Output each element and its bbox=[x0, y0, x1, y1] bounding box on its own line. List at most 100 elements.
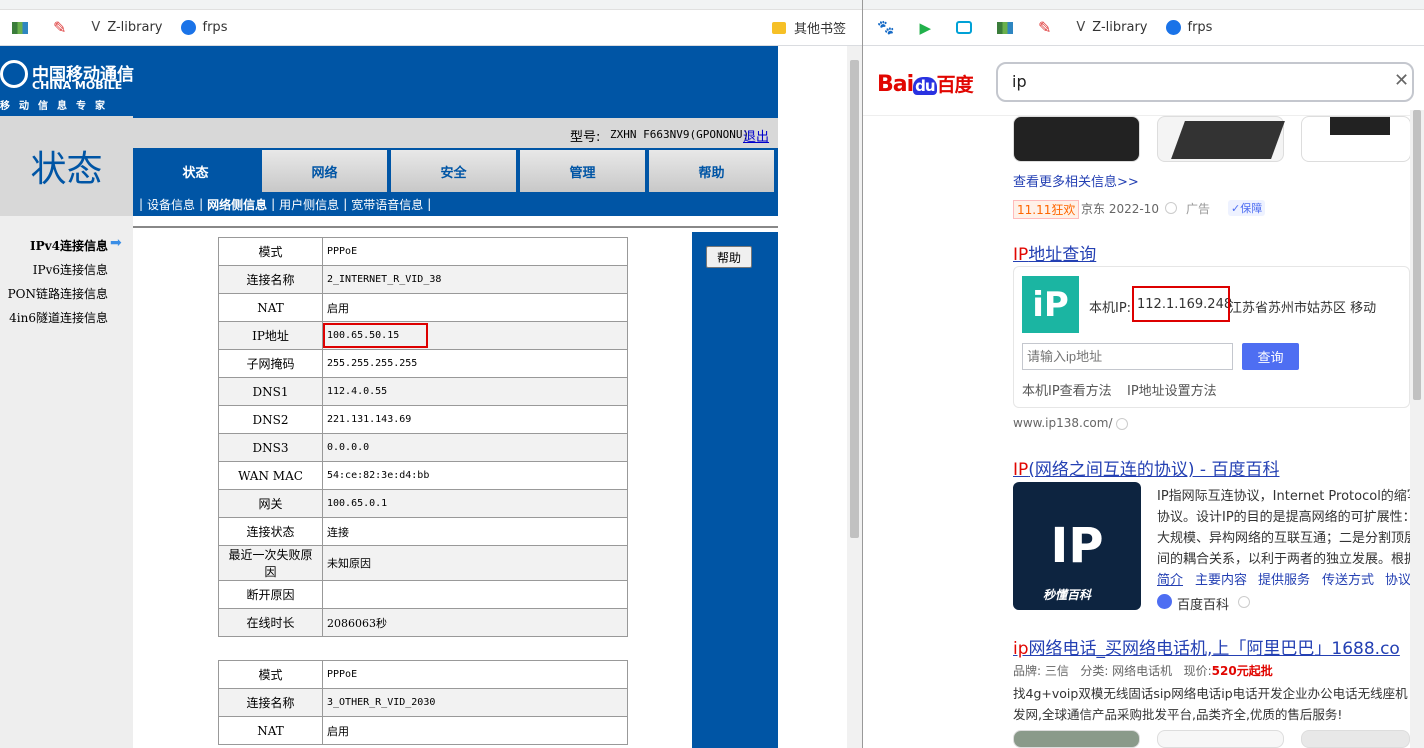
ip-logo-icon: iP bbox=[1022, 276, 1079, 333]
field-value: 启用 bbox=[322, 716, 628, 745]
product-image[interactable] bbox=[1301, 730, 1410, 748]
bookmark-frps[interactable]: frps bbox=[180, 20, 228, 35]
ad-image[interactable] bbox=[1157, 116, 1285, 162]
ip-check-method-link[interactable]: 本机IP查看方法 bbox=[1022, 380, 1112, 399]
z-library-icon: V bbox=[1076, 20, 1086, 35]
table-row: DNS3 0.0.0.0 bbox=[218, 433, 628, 462]
field-label: DNS3 bbox=[218, 433, 323, 462]
field-value bbox=[322, 580, 628, 609]
field-value: 100.65.0.1 bbox=[322, 489, 628, 518]
info-icon[interactable] bbox=[1238, 596, 1250, 608]
side-item-4in6[interactable]: 4in6隧道连接信息 bbox=[0, 309, 108, 326]
field-label: NAT bbox=[218, 716, 323, 745]
result-title-baike[interactable]: IP(网络之间互连的协议) - 百度百科 bbox=[1013, 455, 1279, 480]
field-value: 0.0.0.0 bbox=[322, 433, 628, 462]
ad-image[interactable] bbox=[1013, 116, 1140, 162]
bookmark-frps[interactable]: frps bbox=[1165, 20, 1213, 35]
field-label: DNS2 bbox=[218, 405, 323, 434]
side-item-ipv6[interactable]: IPv6连接信息 bbox=[0, 261, 108, 278]
frps-icon bbox=[180, 20, 196, 35]
search-box[interactable] bbox=[996, 62, 1414, 102]
section-title: 状态 bbox=[30, 149, 103, 190]
bookmark-map[interactable] bbox=[12, 21, 35, 34]
table-row: 在线时长 2086063秒 bbox=[218, 608, 628, 637]
table-row: 网关 100.65.0.1 bbox=[218, 489, 628, 518]
subnav-user-info[interactable]: 用户侧信息 bbox=[279, 196, 339, 213]
result-title-1688[interactable]: ip网络电话_买网络电话机,上「阿里巴巴」1688.co bbox=[1013, 634, 1400, 659]
result-title-ip-lookup[interactable]: IP地址查询 bbox=[1013, 240, 1096, 265]
baike-link-protocol[interactable]: 协议 bbox=[1385, 569, 1411, 588]
baike-icon bbox=[1157, 594, 1172, 609]
subnav-network-info[interactable]: 网络侧信息 bbox=[207, 196, 267, 213]
subnav-voice-info[interactable]: 宽带语音信息 bbox=[351, 196, 423, 213]
tab-network[interactable]: 网络 bbox=[262, 150, 391, 192]
baike-line: 大规模、异构网络的互联互通；二是分割顶层 bbox=[1157, 531, 1418, 546]
bookmark-feather[interactable]: ✎ bbox=[53, 18, 73, 37]
bookmark-feather[interactable]: ✎ bbox=[1038, 18, 1058, 37]
field-value: 2_INTERNET_R_VID_38 bbox=[322, 265, 628, 294]
other-bookmarks[interactable]: 其他书签 bbox=[772, 18, 846, 37]
bookmark-baidu[interactable]: 🐾 bbox=[877, 20, 901, 36]
logo-cn: 百度 bbox=[936, 74, 974, 96]
brand-slogan: 移动信息专家 bbox=[0, 101, 114, 112]
table-row: WAN MAC 54:ce:82:3e:d4:bb bbox=[218, 461, 628, 490]
tab-status[interactable]: 状态 bbox=[133, 150, 262, 192]
ip-query-input[interactable] bbox=[1022, 343, 1233, 370]
side-item-pon[interactable]: PON链路连接信息 bbox=[0, 285, 108, 302]
table-row: NAT 启用 bbox=[218, 716, 628, 745]
product-image[interactable] bbox=[1157, 730, 1284, 748]
bilibili-icon bbox=[955, 21, 972, 34]
scrollbar[interactable] bbox=[847, 46, 862, 748]
bookmark-bilibili[interactable] bbox=[955, 21, 979, 34]
baike-link-transfer[interactable]: 传送方式 bbox=[1322, 569, 1374, 588]
side-item-ipv4[interactable]: IPv4连接信息 bbox=[0, 237, 108, 254]
bookmark-zlibrary[interactable]: V Z-library bbox=[91, 20, 162, 35]
baidu-logo[interactable]: Bai du 百度 bbox=[877, 70, 974, 97]
product-image[interactable] bbox=[1013, 730, 1140, 748]
bookmark-map[interactable] bbox=[996, 21, 1020, 34]
bookmark-label: frps bbox=[1187, 20, 1213, 35]
scrollbar-thumb[interactable] bbox=[850, 60, 859, 538]
highlight-box bbox=[1132, 286, 1230, 322]
wan-info-table-2: 模式 PPPoE 连接名称 3_OTHER_R_VID_2030 NAT 启用 bbox=[218, 660, 628, 745]
baike-source[interactable]: 百度百科 bbox=[1177, 594, 1229, 613]
tab-help[interactable]: 帮助 bbox=[649, 150, 778, 192]
bookmark-zlibrary[interactable]: V Z-library bbox=[1076, 20, 1147, 35]
field-label: WAN MAC bbox=[218, 461, 323, 490]
table-row: 断开原因 bbox=[218, 580, 628, 609]
result-snippet: 发网,全球通信产品采购批发平台,品类齐全,优质的售后服务! bbox=[1013, 707, 1343, 722]
help-button[interactable]: 帮助 bbox=[706, 246, 752, 268]
subnav-device-info[interactable]: 设备信息 bbox=[147, 196, 195, 213]
scrollbar[interactable] bbox=[1410, 110, 1424, 748]
my-ip-label: 本机IP: bbox=[1089, 301, 1132, 316]
bookmark-label: frps bbox=[202, 20, 228, 35]
baike-link-intro[interactable]: 简介 bbox=[1157, 569, 1183, 588]
field-label: DNS1 bbox=[218, 377, 323, 406]
ad-image[interactable] bbox=[1301, 116, 1411, 162]
frps-icon bbox=[1165, 20, 1181, 35]
table-row: DNS1 112.4.0.55 bbox=[218, 377, 628, 406]
result-url[interactable]: www.ip138.com/ bbox=[1013, 416, 1113, 430]
ip-setting-method-link[interactable]: IP地址设置方法 bbox=[1127, 380, 1217, 399]
logout-link[interactable]: 退出 bbox=[743, 126, 769, 145]
baike-image[interactable]: IP 秒懂百科 bbox=[1013, 482, 1141, 610]
clear-icon[interactable]: ✕ bbox=[1394, 70, 1409, 91]
info-icon[interactable] bbox=[1116, 418, 1128, 430]
query-button[interactable]: 查询 bbox=[1242, 343, 1299, 370]
baike-link-content[interactable]: 主要内容 bbox=[1195, 569, 1247, 588]
bookmarks-bar: ✎ V Z-library frps 其他书签 bbox=[0, 10, 862, 46]
tab-security[interactable]: 安全 bbox=[391, 150, 520, 192]
table-row: 模式 PPPoE bbox=[218, 660, 628, 689]
model-label: 型号: bbox=[570, 130, 601, 145]
baike-link-service[interactable]: 提供服务 bbox=[1258, 569, 1310, 588]
tab-manage[interactable]: 管理 bbox=[520, 150, 649, 192]
map-icon bbox=[12, 21, 28, 34]
search-input[interactable]: ip bbox=[1012, 72, 1027, 91]
table-row: 最近一次失败原因 未知原因 bbox=[218, 545, 628, 581]
product-meta: 品牌: 三信 分类: 网络电话机 现价:520元起批 bbox=[1013, 662, 1273, 679]
info-icon[interactable] bbox=[1165, 202, 1177, 214]
table-row: 连接名称 2_INTERNET_R_VID_38 bbox=[218, 265, 628, 294]
scrollbar-thumb[interactable] bbox=[1413, 110, 1421, 400]
more-info-link[interactable]: 查看更多相关信息>> bbox=[1013, 171, 1139, 190]
bookmark-play[interactable]: ▶ bbox=[919, 19, 938, 37]
